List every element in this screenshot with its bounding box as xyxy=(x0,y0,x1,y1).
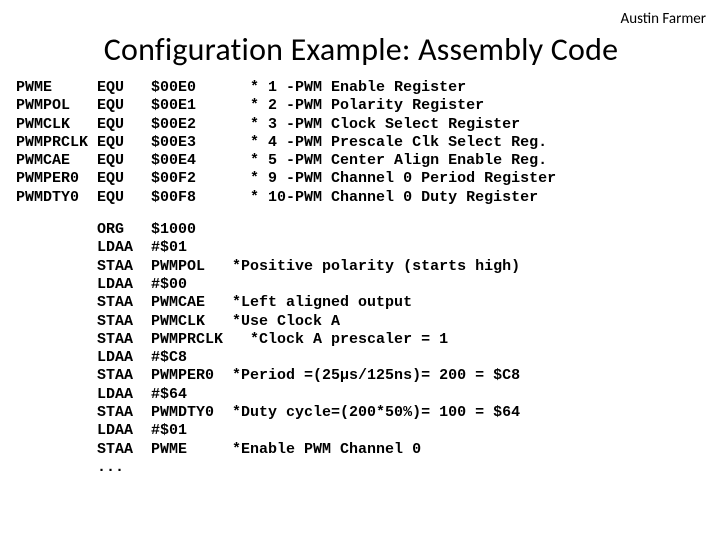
equ-definitions: PWME EQU $00E0 * 1 -PWM Enable Register … xyxy=(16,79,706,207)
author-name: Austin Farmer xyxy=(16,10,706,28)
page-title: Configuration Example: Assembly Code xyxy=(16,30,706,69)
program-code: ORG $1000 LDAA #$01 STAA PWMPOL *Positiv… xyxy=(16,221,706,477)
slide: Austin Farmer Configuration Example: Ass… xyxy=(0,0,720,540)
